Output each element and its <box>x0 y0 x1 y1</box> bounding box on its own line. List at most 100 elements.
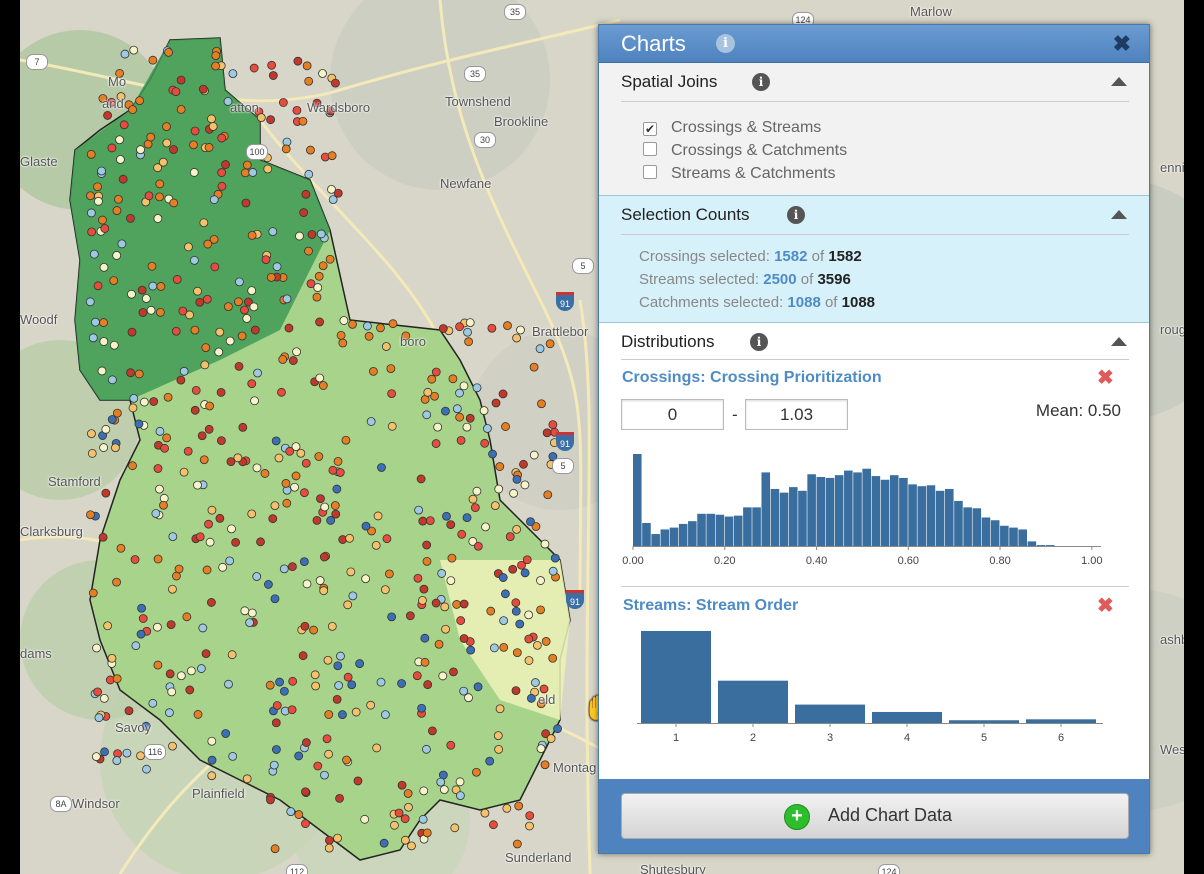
crossing-point[interactable] <box>164 47 173 57</box>
crossing-point[interactable] <box>431 367 441 377</box>
crossing-point[interactable] <box>146 305 156 315</box>
crossing-point[interactable] <box>198 84 208 94</box>
crossing-point[interactable] <box>228 69 238 79</box>
crossing-point[interactable] <box>266 115 275 125</box>
crossing-point[interactable] <box>162 122 171 132</box>
distributions-header[interactable]: Distributions i <box>599 323 1149 361</box>
crossing-point[interactable] <box>377 463 386 472</box>
stream-order-bar[interactable] <box>641 631 711 723</box>
crossing-point[interactable] <box>332 484 342 494</box>
crossing-point[interactable] <box>419 786 429 796</box>
crossing-point[interactable] <box>390 820 399 830</box>
crossing-point[interactable] <box>320 502 330 512</box>
crossing-point[interactable] <box>487 323 497 333</box>
crossing-point[interactable] <box>202 294 212 304</box>
crossing-point[interactable] <box>494 484 504 494</box>
crossing-point[interactable] <box>225 336 235 346</box>
crossing-point[interactable] <box>473 682 483 692</box>
crossing-point[interactable] <box>524 656 534 665</box>
crossing-point[interactable] <box>503 321 512 330</box>
crossing-point[interactable] <box>455 777 465 787</box>
histogram-bar[interactable] <box>963 507 972 546</box>
crossing-point[interactable] <box>341 435 351 445</box>
crossing-point[interactable] <box>304 76 314 86</box>
crossing-point[interactable] <box>542 428 552 438</box>
crossing-point[interactable] <box>116 543 126 553</box>
crossing-point[interactable] <box>217 168 227 177</box>
crossing-point[interactable] <box>447 553 457 563</box>
info-icon[interactable]: i <box>716 34 735 53</box>
histogram-bar[interactable] <box>871 476 881 546</box>
crossing-point[interactable] <box>384 569 394 579</box>
crossing-point[interactable] <box>311 681 321 691</box>
crossing-point[interactable] <box>207 114 216 124</box>
crossing-point[interactable] <box>247 608 257 618</box>
crossing-point[interactable] <box>146 132 156 142</box>
crossing-point[interactable] <box>128 105 137 115</box>
crossing-point[interactable] <box>452 600 462 609</box>
crossing-point[interactable] <box>118 174 128 184</box>
crossing-point[interactable] <box>89 249 99 259</box>
histogram-bar[interactable] <box>1036 545 1046 546</box>
histogram-bar[interactable] <box>651 534 660 546</box>
crossing-point[interactable] <box>148 698 158 708</box>
crossing-point[interactable] <box>491 398 501 408</box>
crossing-point[interactable] <box>455 388 464 398</box>
crossing-point[interactable] <box>332 694 342 704</box>
crossing-point[interactable] <box>101 488 111 498</box>
crossing-point[interactable] <box>498 573 508 582</box>
crossing-point[interactable] <box>502 803 512 813</box>
crossing-point[interactable] <box>211 51 221 61</box>
crossing-point[interactable] <box>438 324 448 333</box>
collapse-icon[interactable] <box>1111 77 1127 86</box>
crossing-point[interactable] <box>242 774 252 784</box>
crossing-point[interactable] <box>526 693 536 703</box>
crossing-point[interactable] <box>200 360 210 370</box>
crossing-point[interactable] <box>486 606 496 616</box>
crossing-point[interactable] <box>183 446 193 456</box>
crossing-point[interactable] <box>101 424 111 434</box>
crossing-point[interactable] <box>153 214 163 223</box>
crossing-point[interactable] <box>156 282 166 291</box>
crossing-point[interactable] <box>296 448 306 458</box>
crossing-point[interactable] <box>418 596 427 605</box>
crossing-point[interactable] <box>379 838 389 848</box>
histogram-bar[interactable] <box>889 475 899 546</box>
crossing-point[interactable] <box>266 795 275 805</box>
crossing-point[interactable] <box>193 710 203 719</box>
crossing-point[interactable] <box>312 292 322 302</box>
crossing-point[interactable] <box>221 729 231 738</box>
crossing-point[interactable] <box>345 533 355 543</box>
crossing-point[interactable] <box>301 189 311 199</box>
crossing-point[interactable] <box>290 482 299 492</box>
histogram-bar[interactable] <box>770 488 780 546</box>
histogram-bar[interactable] <box>660 529 670 546</box>
crossing-point[interactable] <box>141 294 151 303</box>
crossing-point[interactable] <box>422 410 432 420</box>
crossing-point[interactable] <box>267 60 277 70</box>
crossing-point[interactable] <box>315 373 325 383</box>
info-icon[interactable]: i <box>787 206 805 224</box>
crossing-point[interactable] <box>323 655 333 665</box>
crossing-point[interactable] <box>537 399 546 409</box>
crossing-point[interactable] <box>511 606 521 616</box>
crossing-point[interactable] <box>127 327 137 337</box>
histogram-bar[interactable] <box>853 472 862 546</box>
crossing-point[interactable] <box>313 761 323 771</box>
crossing-point[interactable] <box>204 519 213 529</box>
crossing-point[interactable] <box>264 580 273 589</box>
crossing-point[interactable] <box>134 369 144 379</box>
crossing-point[interactable] <box>189 168 199 177</box>
crossing-point[interactable] <box>431 439 441 448</box>
crossing-point[interactable] <box>94 713 104 723</box>
crossing-point[interactable] <box>179 366 189 376</box>
crossing-point[interactable] <box>304 169 314 179</box>
crossing-point[interactable] <box>281 144 291 154</box>
crossing-point[interactable] <box>193 286 202 296</box>
crossing-point[interactable] <box>292 347 301 357</box>
crossing-point[interactable] <box>511 686 521 696</box>
crossing-point[interactable] <box>548 420 558 430</box>
crossing-point[interactable] <box>499 642 509 652</box>
crossing-point[interactable] <box>413 573 423 583</box>
crossing-point[interactable] <box>112 674 122 684</box>
